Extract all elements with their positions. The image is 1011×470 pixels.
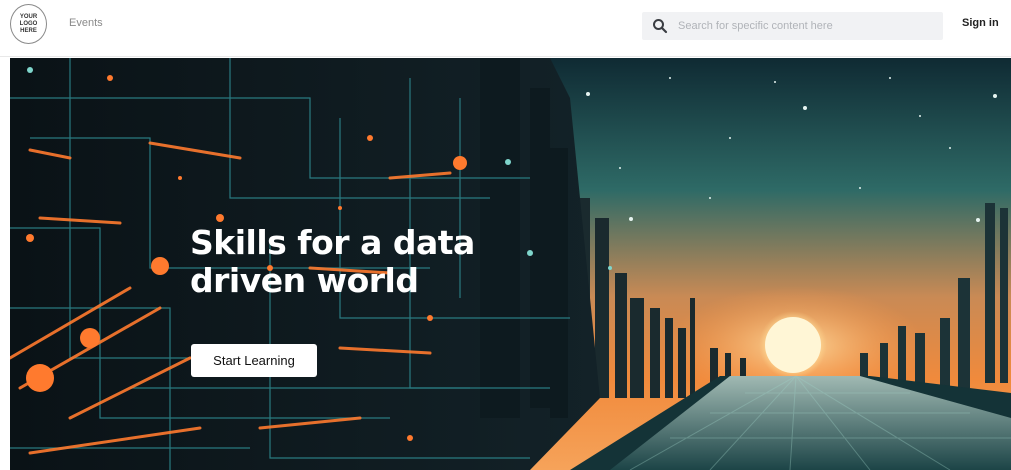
brand-logo[interactable]: YOUR LOGO HERE [10,4,47,44]
top-navbar: YOUR LOGO HERE Events Sign in [0,0,1011,57]
hero-banner: Skills for a data driven world Start Lea… [10,58,1011,470]
search-bar[interactable] [642,12,943,40]
sign-in-link[interactable]: Sign in [962,17,999,29]
logo-text-line-1: YOUR [19,13,38,20]
hero-headline-line-2: driven world [190,261,419,300]
search-input[interactable] [678,16,933,36]
hero-background-illustration [10,58,1011,470]
logo-text-line-2: LOGO [19,20,38,27]
search-icon [653,19,668,34]
hero-headline-line-1: Skills for a data [190,223,475,262]
hero-headline: Skills for a data driven world [190,224,510,300]
logo-text-line-3: HERE [20,27,37,34]
nav-link-events[interactable]: Events [69,17,103,29]
start-learning-button[interactable]: Start Learning [191,344,317,377]
